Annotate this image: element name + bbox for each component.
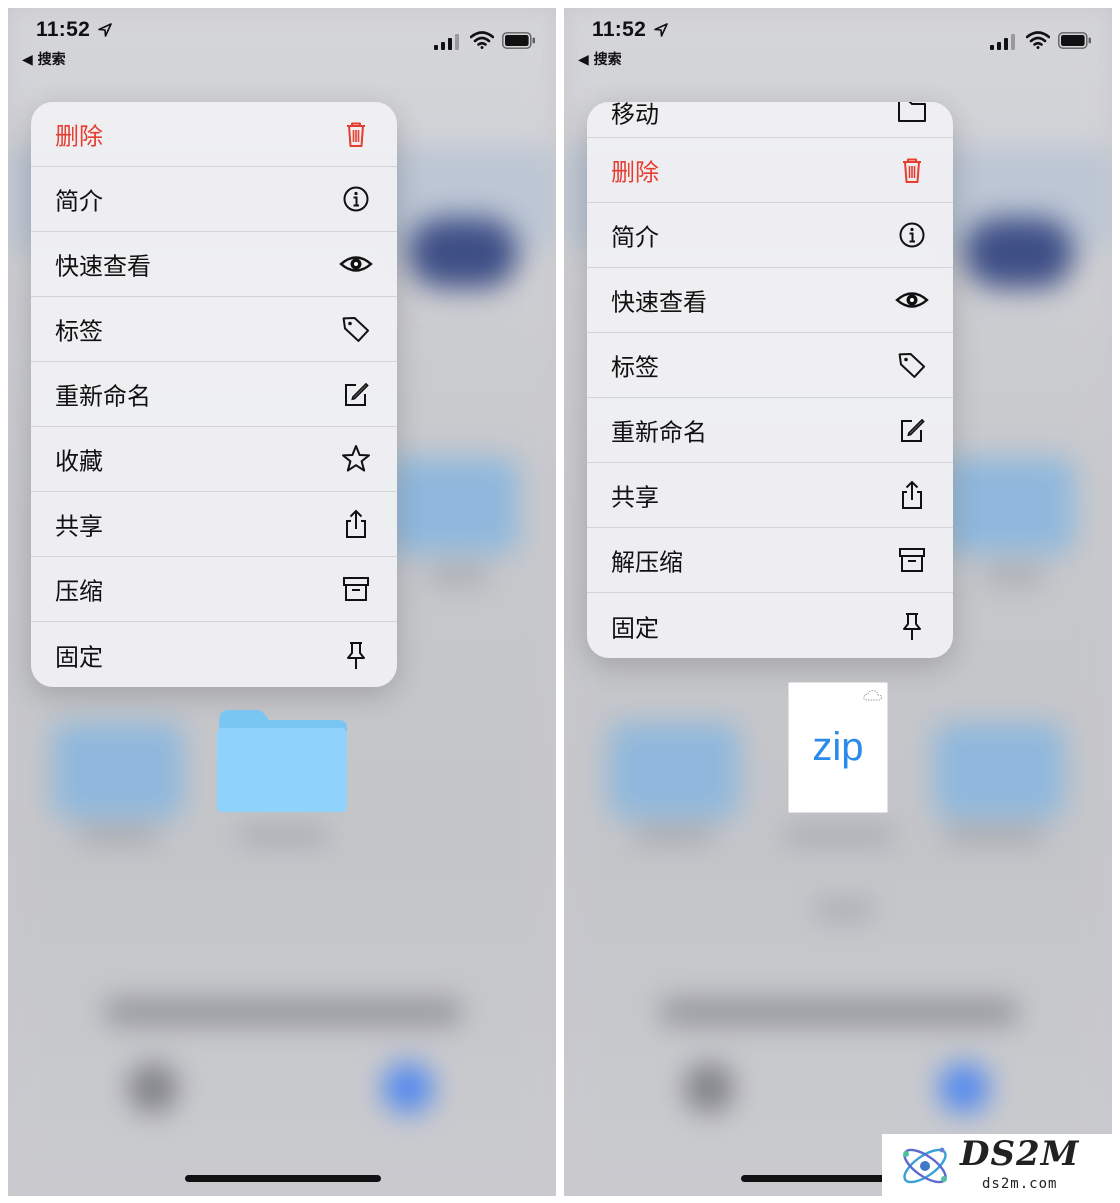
home-indicator[interactable] bbox=[185, 1175, 381, 1182]
menu-item-favorite[interactable]: 收藏 bbox=[31, 427, 397, 492]
menu-item-label: 删除 bbox=[55, 122, 103, 151]
menu-item-info[interactable]: 简介 bbox=[31, 167, 397, 232]
rename-icon bbox=[901, 418, 925, 442]
status-time: 11:52 bbox=[592, 18, 647, 41]
menu-item-label: 固定 bbox=[55, 643, 103, 671]
menu-item-share[interactable]: 共享 bbox=[31, 492, 397, 557]
menu-item-label: 快速查看 bbox=[55, 252, 151, 281]
menu-item-share[interactable]: 共享 bbox=[587, 463, 953, 528]
tag-icon bbox=[898, 353, 926, 378]
menu-item-quick-look[interactable]: 快速查看 bbox=[31, 232, 397, 297]
menu-item-label: 收藏 bbox=[55, 447, 103, 476]
menu-item-info[interactable]: 简介 bbox=[587, 203, 953, 268]
menu-item-label: 共享 bbox=[55, 512, 103, 541]
menu-item-label: 删除 bbox=[611, 158, 659, 187]
zip-file-icon: zip bbox=[788, 682, 888, 813]
archive-icon bbox=[899, 548, 925, 572]
menu-item-delete[interactable]: 删除 bbox=[587, 138, 953, 203]
wifi-icon bbox=[470, 31, 494, 49]
menu-item-label: 简介 bbox=[55, 187, 103, 216]
menu-item-compress[interactable]: 压缩 bbox=[31, 557, 397, 622]
menu-item-label: 标签 bbox=[611, 353, 659, 382]
back-to-search-link[interactable]: ◀ 搜索 bbox=[22, 49, 66, 69]
menu-item-delete[interactable]: 删除 bbox=[31, 102, 397, 167]
cellular-signal-icon bbox=[990, 34, 1015, 50]
watermark-domain: ds2m.com bbox=[982, 1176, 1058, 1192]
trash-icon bbox=[903, 158, 921, 183]
share-icon bbox=[902, 480, 922, 509]
wifi-icon bbox=[1026, 31, 1050, 49]
menu-item-tags[interactable]: 标签 bbox=[31, 297, 397, 362]
location-arrow-icon bbox=[654, 23, 668, 37]
watermark-logo: DS2M ds2m.com bbox=[882, 1134, 1114, 1198]
location-arrow-icon bbox=[98, 23, 112, 37]
menu-item-label: 解压缩 bbox=[611, 548, 683, 577]
menu-item-label: 简介 bbox=[611, 223, 659, 252]
menu-item-label: 快速查看 bbox=[611, 288, 707, 317]
menu-item-label: 共享 bbox=[611, 483, 659, 512]
zip-file-label: zip bbox=[812, 725, 864, 769]
menu-item-quick-look[interactable]: 快速查看 bbox=[587, 268, 953, 333]
folder-icon bbox=[898, 102, 926, 122]
menu-item-label: 标签 bbox=[55, 317, 103, 346]
menu-item-decompress[interactable]: 解压缩 bbox=[587, 528, 953, 593]
atom-logo-icon bbox=[903, 1147, 947, 1184]
star-icon bbox=[342, 445, 370, 472]
context-menu: 删除 简介 快速查看 标签 重新命名 收藏 共享 压缩 固定 bbox=[31, 102, 397, 687]
archive-icon bbox=[343, 577, 369, 601]
battery-icon bbox=[502, 32, 535, 49]
eye-icon bbox=[895, 292, 929, 308]
pin-icon bbox=[903, 612, 921, 640]
status-bar: 11:52 ◀ 搜索 bbox=[8, 8, 556, 72]
right-screenshot: 11:52 ◀ 搜索 移动 删除 简介 快速查看 标签 重新命名 共享 解压缩 … bbox=[564, 8, 1112, 1196]
context-menu: 移动 删除 简介 快速查看 标签 重新命名 共享 解压缩 固定 bbox=[587, 102, 953, 658]
menu-item-label: 重新命名 bbox=[611, 418, 707, 447]
icloud-icon bbox=[863, 689, 883, 701]
left-screenshot: 11:52 ◀ 搜索 删除 简介 快速查看 标签 重新命名 收藏 共享 压缩 固… bbox=[8, 8, 556, 1196]
menu-item-rename[interactable]: 重新命名 bbox=[31, 362, 397, 427]
menu-item-label: 固定 bbox=[611, 614, 659, 642]
trash-icon bbox=[347, 122, 365, 147]
status-bar: 11:52 ◀ 搜索 bbox=[564, 8, 1112, 72]
menu-item-rename[interactable]: 重新命名 bbox=[587, 398, 953, 463]
info-icon bbox=[343, 186, 369, 212]
menu-item-label: 移动 bbox=[611, 102, 659, 129]
battery-icon bbox=[1058, 32, 1091, 49]
eye-icon bbox=[339, 256, 373, 272]
folder-icon bbox=[217, 710, 347, 812]
status-time: 11:52 bbox=[36, 18, 91, 41]
share-icon bbox=[346, 509, 366, 538]
menu-item-pin[interactable]: 固定 bbox=[587, 593, 953, 658]
menu-item-label: 压缩 bbox=[55, 577, 103, 606]
rename-icon bbox=[345, 382, 369, 406]
menu-item-tags[interactable]: 标签 bbox=[587, 333, 953, 398]
back-to-search-link[interactable]: ◀ 搜索 bbox=[578, 49, 622, 69]
menu-item-pin[interactable]: 固定 bbox=[31, 622, 397, 687]
menu-item-move[interactable]: 移动 bbox=[587, 102, 953, 138]
info-icon bbox=[899, 222, 925, 248]
pin-icon bbox=[347, 641, 365, 669]
tag-icon bbox=[342, 317, 370, 342]
menu-item-label: 重新命名 bbox=[55, 382, 151, 411]
cellular-signal-icon bbox=[434, 34, 459, 50]
watermark-brand: DS2M bbox=[960, 1134, 1080, 1174]
